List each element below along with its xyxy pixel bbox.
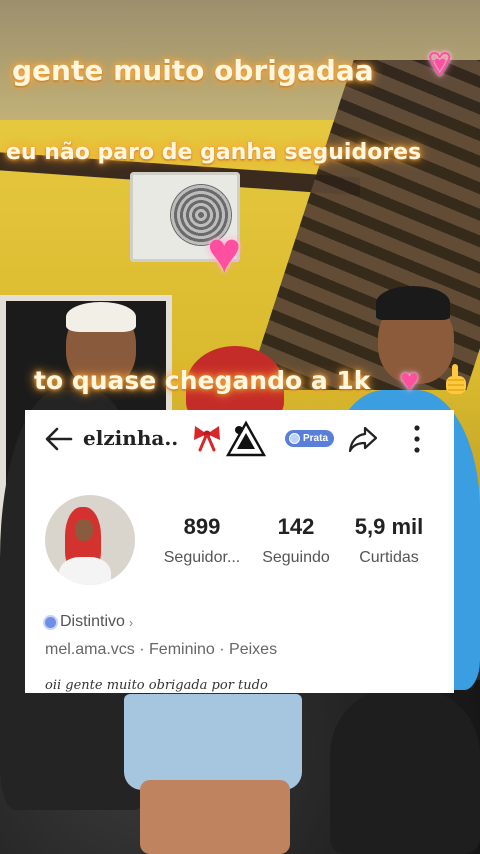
heart-emoji-icon: ♥ bbox=[400, 362, 419, 398]
stat-likes-label: Curtidas bbox=[359, 549, 419, 566]
heart-emoji-icon: ♥ bbox=[207, 220, 242, 285]
profile-username: elzinha.. bbox=[83, 426, 179, 450]
person-center-legs bbox=[140, 780, 290, 854]
profile-top-bar: elzinha.. Prata bbox=[25, 410, 454, 468]
heart-emoji-icon: 💗︎ bbox=[428, 46, 452, 84]
back-arrow-icon[interactable] bbox=[43, 424, 75, 454]
person-right-cap bbox=[376, 286, 450, 320]
profile-avatar[interactable] bbox=[45, 495, 135, 585]
caption-line-2: eu não paro de ganha seguidores bbox=[6, 140, 422, 165]
caption-line-3: to quase chegando a 1k bbox=[34, 366, 371, 395]
person-right-legs bbox=[330, 690, 480, 854]
badge-label: Prata bbox=[303, 433, 329, 444]
stat-following[interactable]: 142 Seguindo bbox=[253, 514, 339, 567]
person-center-skirt bbox=[124, 694, 302, 790]
pointing-hand-emoji-icon bbox=[446, 364, 466, 394]
triangle-logo-icon bbox=[225, 420, 267, 457]
share-icon[interactable] bbox=[347, 423, 379, 455]
level-badge[interactable]: Prata bbox=[285, 430, 335, 447]
more-vertical-icon[interactable] bbox=[407, 422, 427, 456]
profile-bio: oii gente muito obrigada por tudo bbox=[45, 678, 268, 693]
distintivo-link[interactable]: Distintivo › bbox=[45, 613, 133, 631]
bow-emoji-icon bbox=[194, 426, 220, 452]
distintivo-badge-icon bbox=[45, 616, 56, 628]
profile-meta: mel.ama.vcs · Feminino · Peixes bbox=[45, 641, 278, 658]
chevron-right-icon: › bbox=[128, 614, 134, 630]
caption-line-1: gente muito obrigadaa bbox=[12, 54, 374, 87]
stat-followers[interactable]: 899 Seguidor... bbox=[153, 514, 251, 567]
stat-following-label: Seguindo bbox=[262, 549, 330, 566]
distintivo-label: Distintivo bbox=[60, 613, 125, 630]
stat-likes[interactable]: 5,9 mil Curtidas bbox=[343, 514, 435, 567]
stat-likes-value: 5,9 mil bbox=[354, 514, 424, 539]
stat-followers-label: Seguidor... bbox=[163, 549, 241, 566]
profile-card: elzinha.. Prata 899 Seguidor... 142 Segu… bbox=[25, 410, 454, 693]
avatar-face bbox=[75, 519, 93, 541]
stat-following-value: 142 bbox=[277, 514, 315, 539]
stat-followers-value: 899 bbox=[183, 514, 221, 539]
avatar-body bbox=[59, 557, 111, 585]
badge-dot-icon bbox=[289, 433, 300, 444]
person-left-hair bbox=[66, 302, 136, 332]
